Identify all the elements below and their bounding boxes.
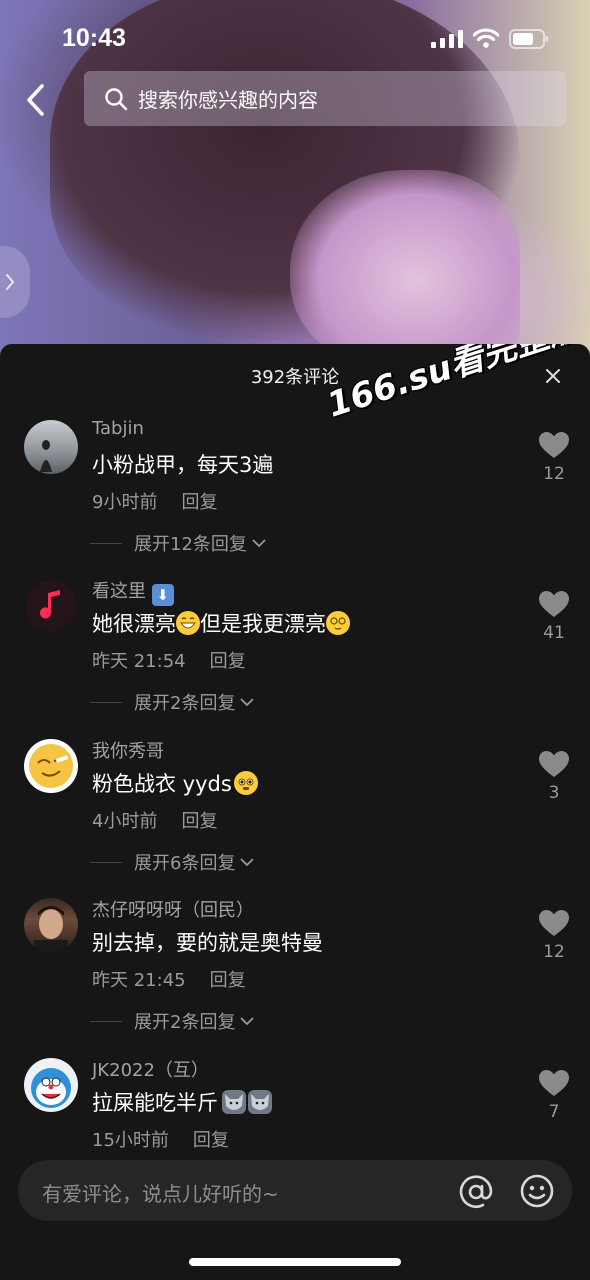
- comment-item[interactable]: 杰仔呀呀呀（回民） 别去掉，要的就是奥特曼 昨天 21:45 回复 展开2条回复 …: [0, 898, 590, 1057]
- comment-username[interactable]: 我你秀哥: [92, 737, 164, 763]
- grinning-emoji-icon: [176, 611, 200, 635]
- chevron-down-icon: [240, 698, 255, 707]
- reply-button[interactable]: 回复: [210, 970, 246, 991]
- comment-meta: 9小时前 回复: [92, 488, 217, 514]
- pleading-emoji-icon: [233, 771, 258, 795]
- comment-text: 别去掉，要的就是奥特曼: [92, 931, 323, 955]
- signal-icon: [431, 30, 463, 48]
- comment-item[interactable]: 我你秀哥 粉色战衣 yyds 4小时前 回复 展开6条回复 3: [0, 739, 590, 898]
- heart-icon[interactable]: [539, 751, 569, 778]
- at-icon[interactable]: [458, 1174, 494, 1210]
- expand-replies-button[interactable]: 展开2条回复: [90, 1009, 255, 1033]
- like-count: 12: [543, 464, 565, 484]
- avatar[interactable]: [24, 1058, 78, 1112]
- comment-meta: 4小时前 回复: [92, 807, 217, 833]
- avatar[interactable]: [24, 739, 78, 793]
- comment-username[interactable]: 看这里 ⬇: [92, 577, 174, 606]
- search-icon: [105, 87, 128, 110]
- search-bar[interactable]: 搜索你感兴趣的内容: [84, 71, 566, 126]
- comment-text: 粉色战衣 yyds: [92, 768, 258, 798]
- comment-input[interactable]: 有爱评论，说点儿好听的~: [18, 1160, 572, 1221]
- expand-replies-label: 展开12条回复: [134, 534, 247, 555]
- comment-item[interactable]: 看这里 ⬇ 她很漂亮 但是我更漂亮 昨天 21:54 回复 展开2条回复 41: [0, 579, 590, 738]
- divider: [90, 861, 122, 863]
- comment-text: 她很漂亮 但是我更漂亮: [92, 608, 350, 638]
- reply-button[interactable]: 回复: [181, 811, 217, 832]
- comment-item[interactable]: Tabjin 小粉战甲，每天3遍 9小时前 回复 展开12条回复 12: [0, 418, 590, 579]
- like-count: 12: [543, 942, 565, 962]
- comment-username[interactable]: JK2022（互）: [92, 1056, 209, 1082]
- heart-icon[interactable]: [539, 1070, 569, 1097]
- avatar[interactable]: [24, 420, 78, 474]
- expand-replies-button[interactable]: 展开6条回复: [90, 850, 255, 874]
- reply-button[interactable]: 回复: [181, 492, 217, 513]
- status-time: 10:43: [62, 24, 126, 52]
- comment-sheet: 392条评论 166.su看完整版 Tabjin 小粉战甲，每天3遍 9小时前回…: [0, 344, 590, 1280]
- search-placeholder: 搜索你感兴趣的内容: [138, 88, 318, 112]
- heart-icon[interactable]: [539, 910, 569, 937]
- expand-replies-label: 展开2条回复: [134, 1012, 236, 1033]
- chevron-down-icon: [240, 1017, 255, 1026]
- dizzy-emoji-icon: [326, 611, 350, 635]
- comment-username[interactable]: Tabjin: [92, 418, 144, 439]
- like-count: 41: [543, 623, 565, 643]
- status-bar: 10:43: [0, 0, 590, 80]
- comment-text: 小粉战甲，每天3遍: [92, 453, 274, 477]
- reply-button[interactable]: 回复: [210, 651, 246, 672]
- emoji-icon[interactable]: [519, 1173, 555, 1209]
- arrow-down-emoji-icon: ⬇: [151, 584, 174, 606]
- comment-meta: 昨天 21:54 回复: [92, 647, 246, 673]
- wolf-emoji-icon: [222, 1090, 246, 1114]
- like-count: 3: [548, 783, 560, 803]
- back-icon[interactable]: [20, 80, 56, 120]
- comment-meta: 昨天 21:45 回复: [92, 966, 246, 992]
- expand-replies-button[interactable]: 展开2条回复: [90, 690, 255, 714]
- home-indicator[interactable]: [189, 1258, 401, 1266]
- expand-replies-button[interactable]: 展开12条回复: [90, 531, 267, 555]
- divider: [90, 1020, 122, 1022]
- comment-time: 4小时前: [92, 811, 158, 832]
- avatar[interactable]: [24, 579, 78, 633]
- chevron-down-icon: [240, 858, 255, 867]
- heart-icon[interactable]: [539, 591, 569, 618]
- comment-time: 昨天 21:45: [92, 970, 186, 991]
- heart-icon[interactable]: [539, 432, 569, 459]
- expand-replies-label: 展开2条回复: [134, 693, 236, 714]
- battery-icon: [509, 29, 548, 49]
- comment-time: 9小时前: [92, 492, 158, 513]
- close-icon[interactable]: [545, 368, 561, 384]
- wolf-emoji-icon: [248, 1090, 272, 1114]
- avatar[interactable]: [24, 898, 78, 952]
- chevron-right-icon: [6, 274, 15, 290]
- comment-input-placeholder: 有爱评论，说点儿好听的~: [42, 1182, 279, 1206]
- chevron-down-icon: [252, 539, 266, 548]
- comment-text: 拉屎能吃半斤: [92, 1087, 272, 1117]
- wifi-icon: [473, 28, 499, 48]
- like-count: 7: [548, 1102, 560, 1122]
- comment-username[interactable]: 杰仔呀呀呀（回民）: [92, 896, 254, 922]
- comment-time: 昨天 21:54: [92, 651, 186, 672]
- video-subject-face: [290, 170, 520, 370]
- divider: [90, 542, 122, 544]
- expand-replies-label: 展开6条回复: [134, 853, 236, 874]
- divider: [90, 701, 122, 703]
